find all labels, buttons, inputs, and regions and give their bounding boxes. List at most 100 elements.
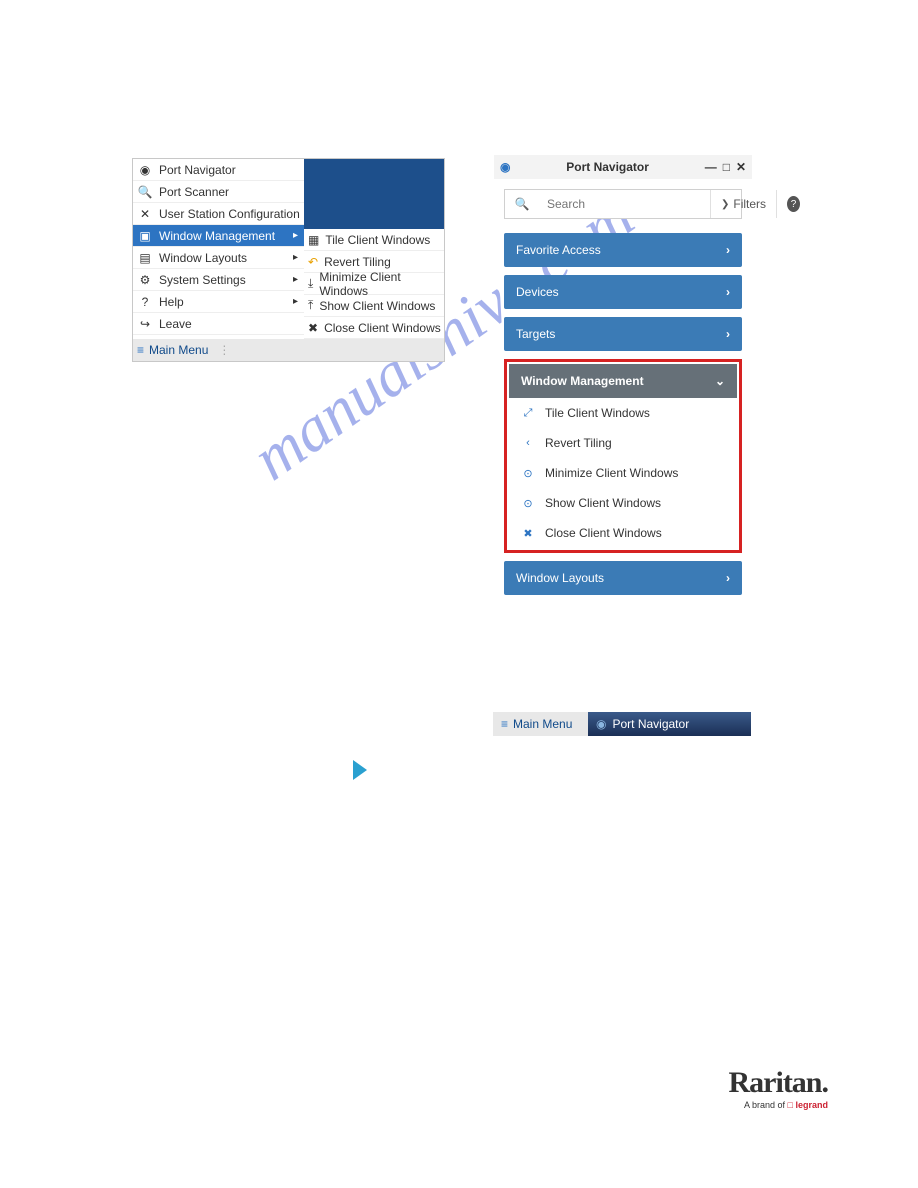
window-titlebar: ◉ Port Navigator — □ ✕ (494, 155, 752, 179)
chevron-right-icon: ❯ (721, 199, 729, 210)
brand-name: Raritan. (729, 1066, 829, 1100)
chevron-right-icon: ▸ (293, 252, 304, 263)
wm-item-tile[interactable]: ⤢ Tile Client Windows (509, 398, 737, 428)
submenu-label: Revert Tiling (324, 255, 391, 269)
taskbar-port-navigator[interactable]: ◉ Port Navigator (588, 712, 697, 736)
help-button[interactable]: ? (776, 190, 810, 218)
section-window-management[interactable]: Window Management ⌄ (509, 364, 737, 398)
grip-icon: ⋮ (218, 343, 230, 357)
wm-item-close[interactable]: ✖ Close Client Windows (509, 518, 737, 548)
menu-item-system-settings[interactable]: ⚙ System Settings ▸ (133, 269, 304, 291)
menu-label: Window Layouts (159, 251, 247, 265)
wm-item-label: Show Client Windows (545, 496, 661, 510)
submenu-label: Minimize Client Windows (319, 270, 444, 298)
close-icon: ✖ (521, 527, 535, 540)
chevron-left-icon: ‹ (521, 437, 535, 449)
submenu-label: Show Client Windows (319, 299, 435, 313)
close-window-icon[interactable]: ✕ (736, 160, 746, 174)
section-label: Targets (516, 327, 555, 341)
section-label: Window Management (521, 374, 644, 388)
taskbar-main-menu[interactable]: ≡ Main Menu (493, 712, 588, 736)
wm-item-label: Revert Tiling (545, 436, 612, 450)
window-management-box: Window Management ⌄ ⤢ Tile Client Window… (504, 359, 742, 553)
menu-label: Help (159, 295, 184, 309)
show-icon: ⤒ (308, 298, 313, 313)
taskbar-nav-label: Port Navigator (612, 717, 689, 731)
menu-label: Port Scanner (159, 185, 229, 199)
wm-item-label: Minimize Client Windows (545, 466, 678, 480)
chevron-right-icon: › (726, 571, 730, 585)
menu-label: User Station Configuration (159, 207, 300, 221)
compass-icon: ◉ (500, 160, 510, 174)
wm-item-revert[interactable]: ‹ Revert Tiling (509, 428, 737, 458)
port-navigator-window: ◉ Port Navigator — □ ✕ 🔍 ❯ Filters ? Fav… (494, 155, 752, 603)
menu-label: System Settings (159, 273, 246, 287)
section-favorite-access[interactable]: Favorite Access › (504, 233, 742, 267)
section-devices[interactable]: Devices › (504, 275, 742, 309)
help-icon: ? (787, 196, 800, 212)
section-label: Window Layouts (516, 571, 604, 585)
search-input[interactable] (539, 190, 710, 218)
chevron-down-icon: ⌄ (715, 374, 725, 388)
compass-icon: ◉ (596, 717, 606, 731)
taskbar: ≡ Main Menu ◉ Port Navigator (493, 712, 751, 736)
brand-subtitle: A brand of □ legrand (729, 1100, 829, 1110)
section-label: Favorite Access (516, 243, 601, 257)
wm-item-minimize[interactable]: ⊙ Minimize Client Windows (509, 458, 737, 488)
exit-icon: ↪ (137, 317, 153, 331)
hamburger-icon: ≡ (501, 717, 507, 731)
tile-icon: ⤢ (521, 407, 535, 420)
filters-button[interactable]: ❯ Filters (710, 190, 776, 218)
submenu-item-minimize[interactable]: ⤓ Minimize Client Windows (304, 273, 444, 295)
tools-icon: ✕ (137, 207, 153, 221)
chevron-right-icon: › (726, 243, 730, 257)
taskbar-main-label: Main Menu (513, 717, 572, 731)
main-menu-header (304, 159, 444, 229)
chevron-right-icon: ▸ (293, 296, 304, 307)
wm-item-label: Tile Client Windows (545, 406, 650, 420)
chevron-right-icon: ▸ (293, 274, 304, 285)
menu-item-user-station[interactable]: ✕ User Station Configuration (133, 203, 304, 225)
help-icon: ? (137, 295, 153, 309)
show-icon: ⊙ (521, 497, 535, 510)
submenu-label: Tile Client Windows (325, 233, 430, 247)
main-menu-bar[interactable]: ≡ Main Menu ⋮ (133, 339, 444, 361)
menu-label: Port Navigator (159, 163, 236, 177)
menu-item-help[interactable]: ? Help ▸ (133, 291, 304, 313)
minimize-window-icon[interactable]: — (705, 160, 717, 174)
search-icon[interactable]: 🔍 (505, 190, 539, 218)
hamburger-icon: ≡ (137, 343, 143, 357)
menu-item-port-scanner[interactable]: 🔍 Port Scanner (133, 181, 304, 203)
brand-logo: Raritan. A brand of □ legrand (729, 1066, 829, 1110)
maximize-window-icon[interactable]: □ (723, 160, 730, 174)
tile-icon: ▦ (308, 233, 319, 247)
submenu-item-tile[interactable]: ▦ Tile Client Windows (304, 229, 444, 251)
wm-item-label: Close Client Windows (545, 526, 662, 540)
chevron-right-icon: › (726, 285, 730, 299)
window-title: Port Navigator (516, 160, 698, 174)
submenu-item-close[interactable]: ✖ Close Client Windows (304, 317, 444, 339)
submenu-label: Close Client Windows (324, 321, 441, 335)
menu-label: Window Management (159, 229, 275, 243)
menu-label: Leave (159, 317, 192, 331)
section-window-layouts[interactable]: Window Layouts › (504, 561, 742, 595)
menu-item-port-navigator[interactable]: ◉ Port Navigator (133, 159, 304, 181)
layout-icon: ▤ (137, 251, 153, 265)
minimize-icon: ⊙ (521, 467, 535, 480)
section-label: Devices (516, 285, 559, 299)
main-menu-column: ◉ Port Navigator 🔍 Port Scanner ✕ User S… (133, 159, 304, 339)
menu-item-leave[interactable]: ↪ Leave (133, 313, 304, 335)
menu-item-window-management[interactable]: ▣ Window Management ▸ (133, 225, 304, 247)
section-targets[interactable]: Targets › (504, 317, 742, 351)
revert-icon: ↶ (308, 255, 318, 269)
submenu: ▦ Tile Client Windows ↶ Revert Tiling ⤓ … (304, 229, 444, 339)
window-icon: ▣ (137, 229, 153, 243)
chevron-right-icon: › (726, 327, 730, 341)
wm-item-show[interactable]: ⊙ Show Client Windows (509, 488, 737, 518)
search-bar: 🔍 ❯ Filters ? (504, 189, 742, 219)
filters-label: Filters (733, 197, 766, 211)
chevron-right-icon: ▸ (293, 230, 304, 241)
menu-item-window-layouts[interactable]: ▤ Window Layouts ▸ (133, 247, 304, 269)
close-icon: ✖ (308, 321, 318, 335)
submenu-item-show[interactable]: ⤒ Show Client Windows (304, 295, 444, 317)
